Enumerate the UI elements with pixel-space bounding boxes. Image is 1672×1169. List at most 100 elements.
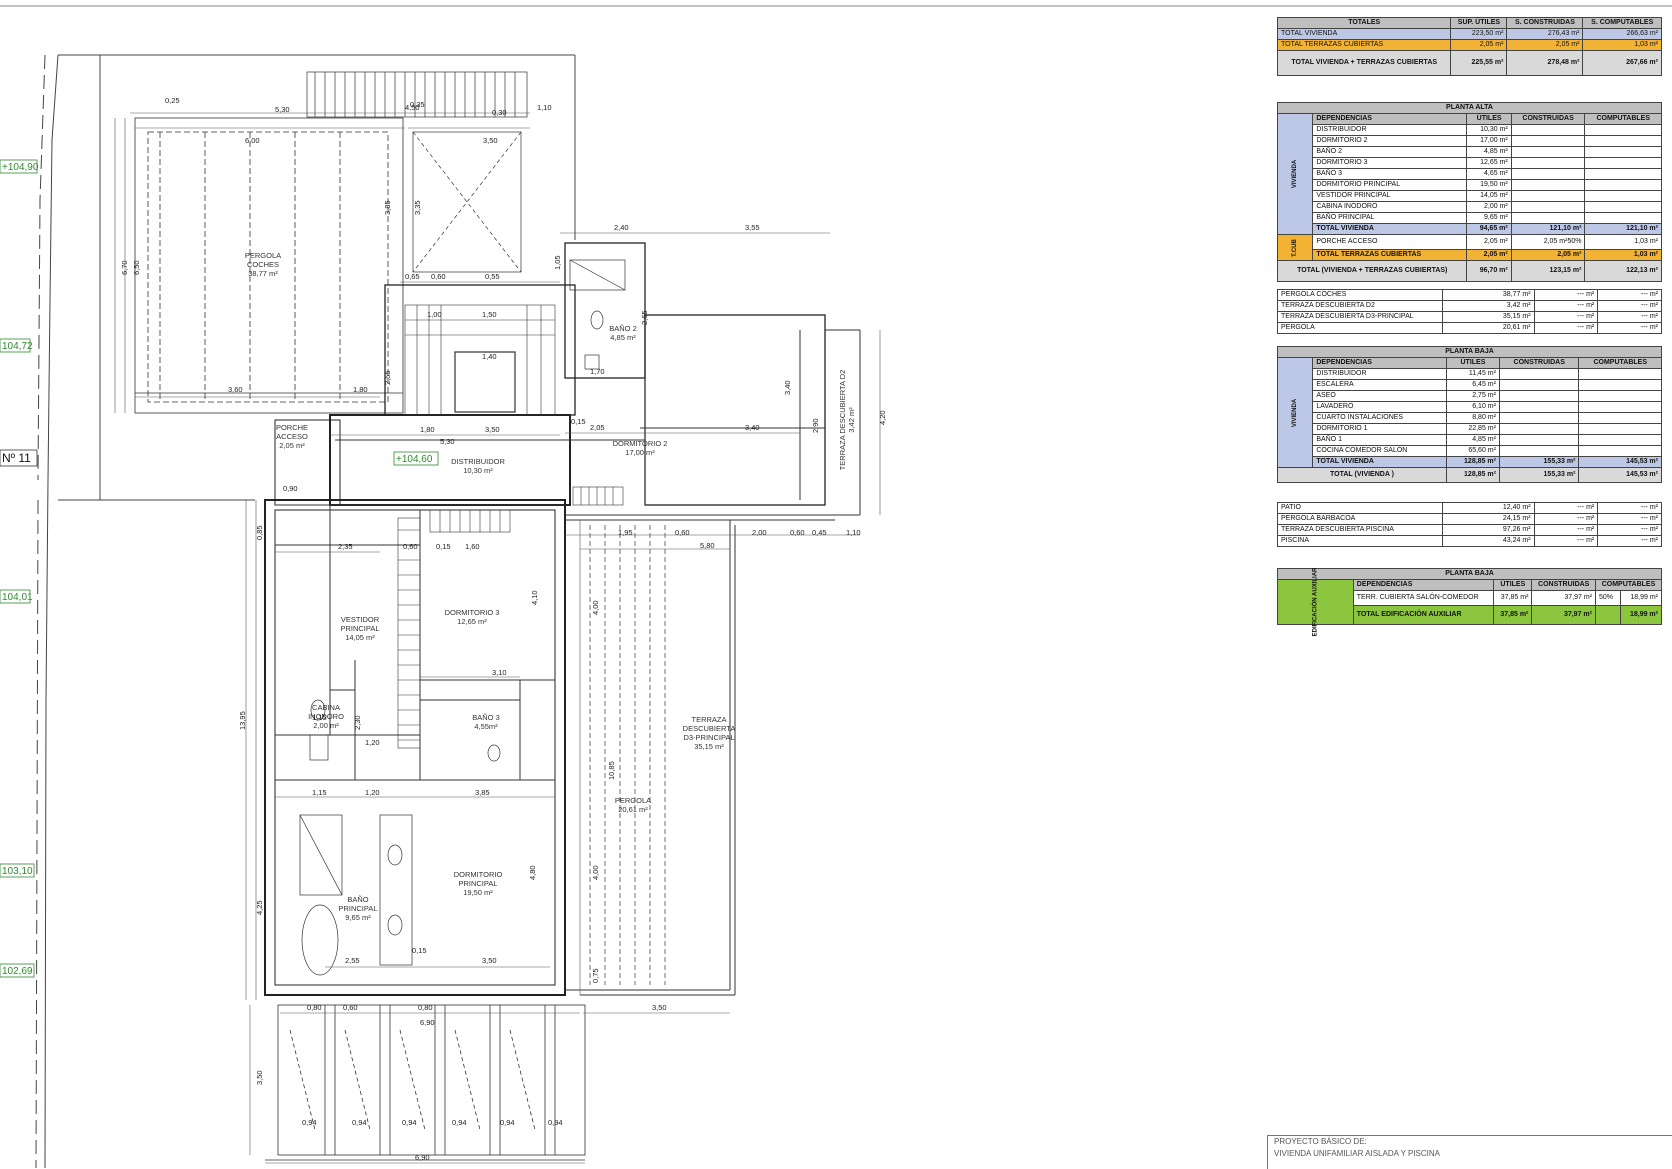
level-tag: 102,69 (2, 966, 33, 977)
dimension-label: 2,55 (383, 370, 392, 385)
header-cell: S. CONSTRUIDAS (1506, 17, 1584, 29)
value-cell: 155,33 m² (1498, 456, 1580, 468)
room-label: COCHES (247, 260, 279, 269)
dimension-label: 2,55 (345, 956, 360, 965)
row-label: TERRAZA DESCUBIERTA PISCINA (1277, 524, 1443, 536)
dimension-label: 2,35 (338, 542, 353, 551)
header-cell: CONSTRUIDAS (1498, 357, 1580, 369)
value-cell: 2,05 m² (1466, 249, 1512, 261)
row-label: DISTRIBUIDOR (1312, 124, 1468, 136)
dimension-label: 0,30 (492, 108, 507, 117)
dimension-label: 3,50 (485, 425, 500, 434)
room-label: PERGOLA (245, 251, 281, 260)
dimension-label: 3,10 (492, 668, 507, 677)
row-label: BAÑO 2 (1312, 146, 1468, 158)
dimension-label: 3,50 (652, 1003, 667, 1012)
room-label: TERRAZA DESCUBIERTA D2 (838, 370, 847, 471)
table-row: TOTAL (VIVIENDA ) 128,85 m² 155,33 m² 14… (1277, 467, 1662, 483)
value-cell: --- m² (1533, 502, 1599, 514)
value-cell: 9,65 m² (1466, 212, 1512, 224)
value-cell: 6,45 m² (1445, 379, 1500, 391)
table-row: VESTIDOR PRINCIPAL 14,05 m² (1278, 190, 1662, 202)
value-cell: --- m² (1533, 535, 1599, 547)
value-cell: 3,42 m² (1442, 300, 1535, 312)
value-cell: --- m² (1597, 502, 1662, 514)
room-area: 20,61 m² (618, 805, 648, 814)
dimension-label: 0,94 (402, 1118, 417, 1127)
row-label: PISCINA (1277, 535, 1443, 547)
dimension-label: 0,94 (452, 1118, 467, 1127)
dimension-label: 3,85 (475, 788, 490, 797)
dimension-label: 0,45 (812, 528, 827, 537)
level-tags: +104,90 104,72 104,01 103,10 102,69 Nº 1… (0, 159, 39, 978)
table-row: CUARTO INSTALACIONES 8,80 m² (1278, 412, 1662, 424)
level-tag: 103,10 (2, 866, 33, 877)
table-row: DISTRIBUIDOR 10,30 m² (1278, 124, 1662, 136)
header-cell: CONSTRUIDAS (1510, 113, 1586, 125)
dimension-label: 1,80 (420, 425, 435, 434)
dimension-label: 4,80 (528, 865, 537, 880)
room-area: 17,00 m² (625, 448, 655, 457)
table-row: BAÑO 1 4,85 m² (1278, 434, 1662, 446)
room-label: BAÑO 2 (609, 324, 637, 333)
value-cell: 128,85 m² (1445, 467, 1500, 483)
header-cell: ÚTILES (1466, 113, 1512, 125)
dimension-label: 1,05 (553, 255, 562, 270)
skylight-void (412, 131, 522, 273)
table-row: TOTAL TERRAZAS CUBIERTAS 2,05 m² 2,05 m²… (1276, 39, 1662, 51)
room-label: PERGOLA (615, 796, 651, 805)
value-cell: 37,97 m² (1531, 590, 1596, 606)
room-area: 38,77 m² (248, 269, 278, 278)
value-cell: 123,15 m² (1510, 260, 1586, 282)
table-row: PATIO 12,40 m² --- m² --- m² (1277, 502, 1662, 514)
value-cell: 18,99 m² (1619, 590, 1663, 606)
row-label: ASEO (1312, 390, 1447, 402)
pergola-d3 (589, 525, 666, 985)
dimension-label: 0,55 (485, 272, 500, 281)
table-row: ESCALERA 6,45 m² (1278, 379, 1662, 391)
value-cell: --- m² (1533, 289, 1599, 301)
row-label: CUARTO INSTALACIONES (1312, 412, 1447, 424)
side-label: VIVIENDA (1276, 357, 1314, 468)
value-cell: 278,48 m² (1506, 50, 1584, 76)
room-area: 4,55m² (474, 722, 498, 731)
row-label: TOTAL VIVIENDA (1312, 456, 1447, 468)
row-label: VESTIDOR PRINCIPAL (1312, 190, 1468, 202)
wardrobe (397, 486, 624, 749)
value-cell: 121,10 m² (1510, 223, 1586, 235)
dimension-label: 1,70 (590, 367, 605, 376)
value-cell: 17,00 m² (1466, 135, 1512, 147)
table-row: BAÑO 3 4,65 m² (1278, 168, 1662, 180)
dimension-label: 6,90 (415, 1153, 430, 1162)
value-cell: 4,85 m² (1466, 146, 1512, 158)
room-area: 4,85 m² (610, 333, 636, 342)
value-cell: 155,33 m² (1498, 467, 1580, 483)
value-cell: 2,05 m² (1506, 39, 1584, 51)
table-row: DORMITORIO 2 17,00 m² (1278, 135, 1662, 147)
row-label: TOTAL EDIFICACIÓN AUXILIAR (1352, 605, 1495, 625)
value-cell: 65,60 m² (1445, 445, 1500, 457)
dimension-label: 0,60 (431, 272, 446, 281)
side-label: VIVIENDA (1276, 113, 1314, 235)
row-label: TOTAL VIVIENDA (1312, 223, 1468, 235)
value-cell: 24,15 m² (1442, 513, 1535, 525)
dimension-label: 2,65 (640, 310, 649, 325)
level-tag: +104,90 (2, 162, 39, 173)
room-label: DORMITORIO 3 (445, 608, 500, 617)
dimension-label: 3,50 (482, 956, 497, 965)
planta-baja-extra-table: PATIO 12,40 m² --- m² --- m² PERGOLA BARBAC… (1277, 502, 1662, 547)
pergola-bottom (265, 1004, 586, 1161)
value-cell: 94,65 m² (1466, 223, 1512, 235)
dimension-label: 1,20 (365, 738, 380, 747)
value-cell: 97,26 m² (1442, 524, 1535, 536)
value-cell: 20,61 m² (1442, 322, 1535, 334)
header-cell: DEPENDENCIAS (1312, 113, 1468, 125)
dimension-label: 1,10 (537, 103, 552, 112)
totales-table: TOTALES SUP. ÚTILES S. CONSTRUIDAS S. CO… (1276, 17, 1662, 76)
dimension-label: 0,15 (571, 417, 586, 426)
dimension-label: 1,10 (846, 528, 861, 537)
room-area: 9,65 m² (345, 913, 371, 922)
dimension-label: 2,90 (811, 418, 820, 433)
value-cell: --- m² (1533, 513, 1599, 525)
row-label: TOTAL TERRAZAS CUBIERTAS (1276, 39, 1452, 51)
